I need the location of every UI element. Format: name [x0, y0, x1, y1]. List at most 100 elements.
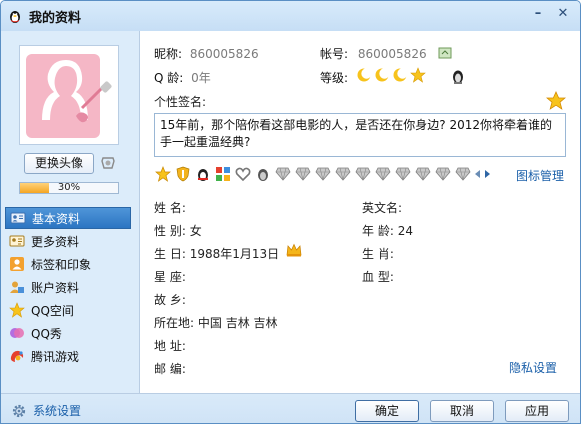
- signature-textbox[interactable]: 15年前，那个陪你看这部电影的人，是否还在你身边? 2012你将牵着谁的手一起重…: [154, 113, 566, 157]
- minimize-icon[interactable]: –: [527, 4, 549, 22]
- diamond-s-badge-icon[interactable]: [354, 165, 372, 183]
- bottom-bar: 系统设置 确定 取消 应用: [1, 393, 580, 423]
- sidebar-item[interactable]: 标签和印象: [5, 253, 131, 275]
- sidebar-item[interactable]: 腾讯游戏: [5, 345, 131, 367]
- window-title: 我的资料: [29, 10, 82, 26]
- name-field: 姓 名:: [154, 199, 186, 216]
- account-value: 860005826: [357, 47, 427, 61]
- camera-icon[interactable]: [99, 155, 117, 171]
- system-settings-label: 系统设置: [33, 404, 82, 418]
- constellation-label: 星 座:: [154, 270, 186, 284]
- moon-icon: [356, 67, 372, 86]
- location-field: 所在地: 中国 吉林 吉林: [154, 314, 278, 331]
- moon-icon: [374, 67, 390, 86]
- star-icon: [9, 302, 25, 318]
- ok-button[interactable]: 确定: [355, 400, 419, 422]
- diamond-badge-icon[interactable]: [314, 165, 332, 183]
- qage-value: 0年: [191, 71, 211, 85]
- gender-label: 性 别:: [154, 224, 186, 238]
- sidebar-item-label: QQ秀: [31, 326, 62, 341]
- birthday-field: 生 日: 1988年1月13日: [154, 245, 279, 262]
- star-badge-icon[interactable]: [154, 165, 172, 183]
- arrow-left-icon[interactable]: [474, 169, 482, 179]
- diamond-badge-icon[interactable]: [274, 165, 292, 183]
- birthday-label: 生 日:: [154, 247, 186, 261]
- sidebar-item-label: 账户资料: [31, 280, 80, 295]
- gender-value: 女: [189, 224, 202, 238]
- diamond-badge-icon[interactable]: [374, 165, 392, 183]
- english-name-label: 英文名:: [362, 201, 403, 215]
- grid-badge-icon[interactable]: [214, 165, 232, 183]
- penguin-badge-icon[interactable]: [194, 165, 212, 183]
- profile-main: 昵称: 860005826 帐号: 860005826 Q 龄: 0年 等级: …: [139, 31, 580, 393]
- age-field: 年 龄: 24: [362, 222, 413, 239]
- diamond-badge-icon[interactable]: [394, 165, 412, 183]
- sidebar-item[interactable]: QQ秀: [5, 322, 131, 344]
- sidebar-item[interactable]: 基本资料: [5, 207, 131, 229]
- heart-badge-icon[interactable]: [234, 165, 252, 183]
- name-label: 姓 名:: [154, 201, 186, 215]
- profile-completion-bar: 30%: [19, 182, 119, 194]
- privacy-settings-link[interactable]: 隐私设置: [509, 359, 557, 376]
- signature-label: 个性签名:: [154, 95, 207, 109]
- blood-type-field: 血 型:: [362, 268, 394, 285]
- icon-manage-link[interactable]: 图标管理: [516, 167, 564, 184]
- star-icon: [410, 67, 426, 86]
- blood-type-label: 血 型:: [362, 270, 394, 284]
- sidebar-item[interactable]: 更多资料: [5, 230, 131, 252]
- birthday-value: 1988年1月13日: [189, 247, 280, 261]
- apply-button[interactable]: 应用: [505, 400, 569, 422]
- system-settings-link[interactable]: 系统设置: [11, 402, 81, 419]
- penguin-icon[interactable]: [450, 67, 466, 88]
- diamond-badge-icon[interactable]: [294, 165, 312, 183]
- shield-badge-icon[interactable]: [174, 165, 192, 183]
- location-value: 中国 吉林 吉林: [197, 316, 278, 330]
- account-icon: [9, 279, 25, 295]
- game-icon: [9, 348, 25, 364]
- copy-account-icon[interactable]: [438, 47, 452, 62]
- qage-row: Q 龄: 0年: [154, 69, 211, 86]
- tag-person-icon: [9, 256, 25, 272]
- nickname-label: 昵称:: [154, 47, 183, 61]
- diamond-badge-icon[interactable]: [414, 165, 432, 183]
- sidebar-item[interactable]: 账户资料: [5, 276, 131, 298]
- nickname-row: 昵称: 860005826: [154, 45, 259, 62]
- nickname-value[interactable]: 860005826: [190, 47, 259, 61]
- penguin-gray-badge-icon[interactable]: [254, 165, 272, 183]
- diamond-badge-icon[interactable]: [334, 165, 352, 183]
- sidebar-item-label: 腾讯游戏: [31, 349, 80, 364]
- sidebar-item-label: QQ空间: [31, 303, 74, 318]
- title-bar[interactable]: 我的资料 – ✕: [1, 1, 580, 31]
- arrow-right-icon[interactable]: [484, 169, 492, 179]
- sidebar-item-label: 标签和印象: [31, 257, 92, 272]
- account-row: 帐号: 860005826: [320, 45, 427, 62]
- account-label: 帐号:: [320, 47, 349, 61]
- address-label: 地 址:: [154, 339, 186, 353]
- sidebar-item-label: 基本资料: [32, 211, 81, 226]
- sidebar-nav: 基本资料更多资料标签和印象账户资料 QQ空间 QQ秀腾讯游戏: [5, 207, 131, 368]
- profile-window: 我的资料 – ✕ 更换头像 30% 基本资料 更多资料 标签和印象 账户资料 Q…: [0, 0, 581, 424]
- crown-icon[interactable]: [286, 243, 302, 260]
- qage-label: Q 龄:: [154, 71, 184, 85]
- close-icon[interactable]: ✕: [552, 4, 574, 22]
- diamond-badge-icon[interactable]: [434, 165, 452, 183]
- cancel-button[interactable]: 取消: [430, 400, 494, 422]
- level-row: 等级:: [320, 69, 348, 86]
- level-icons[interactable]: [356, 67, 426, 86]
- left-panel: 更换头像 30% 基本资料更多资料标签和印象账户资料 QQ空间 QQ秀腾讯游戏: [1, 31, 139, 393]
- sidebar-item-label: 更多资料: [31, 234, 80, 249]
- avatar[interactable]: [19, 45, 119, 145]
- sidebar-item[interactable]: QQ空间: [5, 299, 131, 321]
- age-label: 年 龄:: [362, 224, 394, 238]
- service-icons-row: [154, 165, 492, 183]
- english-name-field: 英文名:: [362, 199, 402, 216]
- signature-star-icon[interactable]: [545, 91, 567, 114]
- progress-text: 30%: [57, 182, 81, 193]
- postcode-label: 邮 编:: [154, 362, 186, 376]
- location-label: 所在地:: [154, 316, 195, 330]
- diamond-badge-icon[interactable]: [454, 165, 472, 183]
- gender-field: 性 别: 女: [154, 222, 202, 239]
- postcode-field: 邮 编:: [154, 360, 186, 377]
- zodiac-field: 生 肖:: [362, 245, 394, 262]
- change-avatar-button[interactable]: 更换头像: [24, 153, 94, 174]
